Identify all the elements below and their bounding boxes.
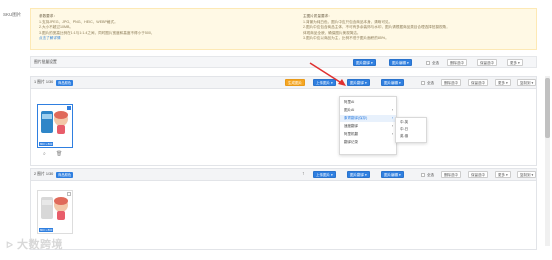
menu-item-image-ai[interactable]: 图片AI › xyxy=(340,107,396,114)
watermark-logo: ᐅ 大数跨境 xyxy=(6,239,63,251)
menu-item-ali-ai[interactable]: 阿里AI xyxy=(340,99,396,106)
submenu-item-en-ru[interactable]: 英-俄 xyxy=(396,133,426,140)
vertical-scrollbar[interactable] xyxy=(545,76,550,246)
menu-item-ali-machine-translate[interactable]: 阿里机翻 › xyxy=(340,131,396,138)
translate-dropdown-menu: 阿里AI 图片AI › 象寄翻译(保存) › 速度翻译 › 阿里机翻 › 翻译记录 xyxy=(339,96,397,155)
menu-item-xiangji-translate[interactable]: 象寄翻译(保存) › xyxy=(340,115,396,122)
language-submenu: 中-英 中-日 英-俄 xyxy=(395,117,427,143)
annotation-arrow xyxy=(309,62,346,86)
submenu-item-zh-ja[interactable]: 中-日 xyxy=(396,126,426,133)
submenu-item-zh-en[interactable]: 中-英 xyxy=(396,119,426,126)
menu-item-translate-history[interactable]: 翻译记录 xyxy=(340,139,396,146)
menu-item-speed-translate[interactable]: 速度翻译 › xyxy=(340,123,396,130)
scrollbar-thumb[interactable] xyxy=(545,78,550,138)
